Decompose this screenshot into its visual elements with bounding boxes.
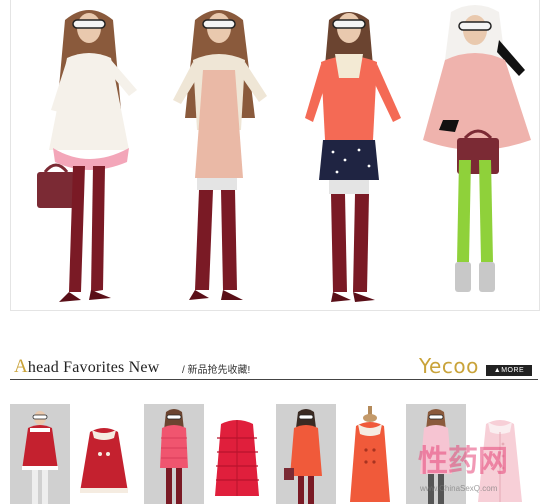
product-thumbnail-2[interactable]	[74, 404, 134, 504]
hero-model-1-figure	[37, 10, 137, 302]
hero-model-3-figure	[305, 12, 401, 302]
thumbnail-1-image	[10, 404, 70, 504]
section-header: Ahead Favorites New / 新品抢先收藏! Yecoo ▲MOR…	[10, 350, 538, 382]
product-thumbnail-1[interactable]	[10, 404, 70, 504]
product-thumbnail-5[interactable]	[276, 404, 336, 504]
hero-model-4-figure	[423, 5, 531, 292]
section-title: Ahead Favorites New	[14, 356, 159, 378]
hero-model-4[interactable]	[415, 0, 535, 310]
product-thumbnail-3[interactable]	[144, 404, 204, 504]
section-title-rest: head Favorites New	[27, 359, 160, 376]
hero-frame	[10, 0, 540, 311]
more-button[interactable]: ▲MORE	[486, 365, 532, 376]
brand-logo[interactable]: Yecoo	[419, 354, 479, 378]
thumbnail-5-image	[276, 404, 336, 504]
hero-model-2-figure	[173, 10, 267, 300]
hero-banner[interactable]	[0, 0, 550, 312]
thumbnail-6-image	[340, 404, 400, 504]
product-thumbnail-6[interactable]	[340, 404, 400, 504]
thumbnail-3-image	[144, 404, 204, 504]
watermark-logo: 性药网	[418, 444, 508, 479]
section-divider	[10, 379, 538, 380]
product-thumbnail-4[interactable]	[207, 404, 267, 504]
hero-model-3[interactable]	[289, 0, 409, 310]
thumbnail-4-image	[207, 404, 267, 504]
hero-model-1[interactable]	[29, 0, 149, 310]
section-subtitle: / 新品抢先收藏!	[182, 365, 251, 376]
watermark-url: www.ChinaSexQ.com	[420, 484, 498, 493]
hero-model-2[interactable]	[159, 0, 279, 310]
section-title-cap: A	[14, 356, 28, 377]
thumbnail-2-image	[74, 404, 134, 504]
